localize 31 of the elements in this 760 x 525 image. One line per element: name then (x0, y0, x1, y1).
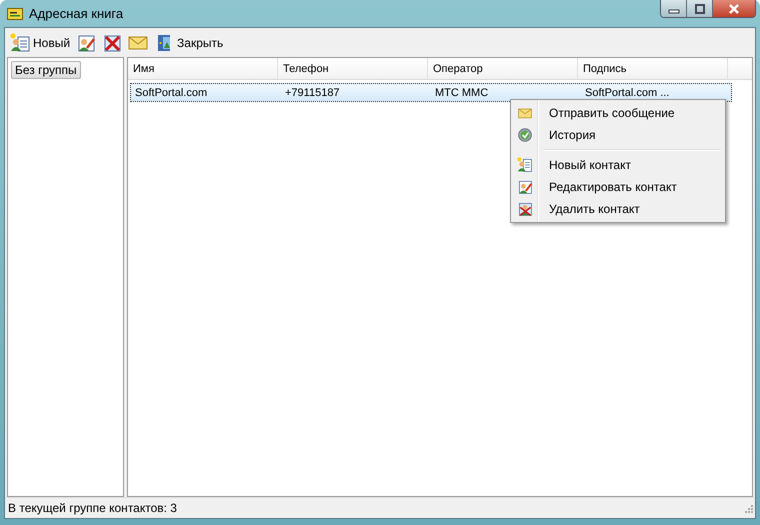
history-icon (517, 127, 533, 143)
menu-item[interactable]: Отправить сообщение (513, 102, 723, 124)
app-icon (7, 8, 23, 20)
close-button[interactable] (713, 0, 755, 17)
menu-item[interactable]: История (513, 124, 723, 146)
resize-grip-icon (743, 503, 753, 513)
table-row[interactable]: SoftPortal.com +79115187 МТС MMC SoftPortal.com ... (130, 83, 732, 102)
table-cell-text: SoftPortal.com ... (584, 86, 670, 98)
maximize-button[interactable] (687, 0, 713, 17)
table-cell-text: SoftPortal.com (134, 86, 208, 98)
close-icon (727, 4, 741, 14)
maximize-icon (692, 4, 706, 14)
new-contact-icon (517, 157, 533, 173)
window-title: Адресная книга (29, 6, 124, 21)
table-cell-text: МТС MMC (434, 86, 490, 98)
delete-contact-icon (517, 201, 533, 217)
menu-item[interactable]: Удалить контакт (513, 198, 723, 220)
toolbar-button[interactable]: Новый (9, 32, 72, 54)
menu-item[interactable]: Редактировать контакт (513, 176, 723, 198)
status-text: В текущей группе контактов: 3 (8, 501, 177, 515)
group-item[interactable]: Без группы (11, 61, 81, 79)
menu-item[interactable]: Новый контакт (513, 154, 723, 176)
new-contact-icon (10, 32, 30, 52)
toolbar-button[interactable]: Закрыть (153, 32, 224, 54)
minimize-button[interactable] (661, 0, 687, 17)
table-cell-text: +79115187 (284, 86, 341, 98)
column-header[interactable]: Телефон (278, 58, 428, 80)
column-header[interactable]: Имя (128, 58, 278, 80)
edit-contact-icon (517, 179, 533, 195)
column-header[interactable]: Оператор (428, 58, 578, 80)
column-header[interactable]: Подпись (578, 58, 728, 80)
